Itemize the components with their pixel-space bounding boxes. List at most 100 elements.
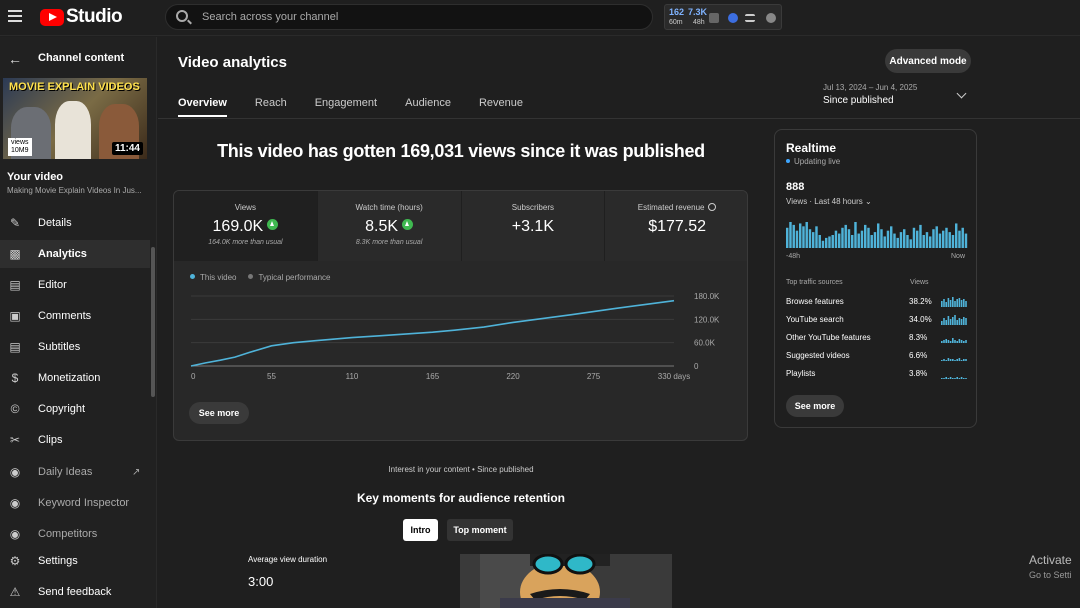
realtime-bar-chart[interactable] xyxy=(786,220,968,248)
pill-intro[interactable]: Intro xyxy=(403,519,438,541)
sparkline-bar xyxy=(958,358,961,361)
realtime-see-more-button[interactable]: See more xyxy=(786,395,844,417)
realtime-bar xyxy=(815,226,818,248)
sparkline-bar xyxy=(956,359,958,361)
sparkline-bar xyxy=(965,301,967,307)
sidebar-scrollbar[interactable] xyxy=(151,247,155,397)
activate-windows-text: Activate xyxy=(1029,553,1072,567)
source-pct: 6.6% xyxy=(909,351,928,360)
realtime-bar xyxy=(808,229,812,248)
pill-top-moment[interactable]: Top moment xyxy=(447,519,513,541)
see-more-button[interactable]: See more xyxy=(189,402,249,424)
video-frame-preview[interactable] xyxy=(460,554,672,608)
tab-overview[interactable]: Overview xyxy=(178,97,227,117)
legend-dot xyxy=(190,274,195,279)
thumb-duration: 11:44 xyxy=(111,142,143,155)
realtime-bar xyxy=(955,223,958,248)
source-pct: 34.0% xyxy=(909,315,932,324)
date-range[interactable]: Jul 13, 2024 – Jun 4, 2025 xyxy=(823,83,917,92)
sparkline-bar xyxy=(958,378,961,379)
series-line-this-video[interactable] xyxy=(190,299,675,367)
tab-revenue[interactable]: Revenue xyxy=(479,97,523,117)
source-sparkline xyxy=(941,338,967,343)
views-line-chart[interactable]: 0 60.0K 120.0K 180.0K 0 55 110 165 220 275 330 day… xyxy=(174,286,748,396)
sidebar-item-editor[interactable]: ▤ Editor xyxy=(0,271,150,299)
realtime-bar xyxy=(961,227,964,248)
channel-content-label[interactable]: Channel content xyxy=(38,52,124,64)
realtime-bar xyxy=(883,236,886,248)
sidebar-item-analytics[interactable]: ▩ Analytics xyxy=(0,240,150,268)
metric-watch-time[interactable]: Watch time (hours) 8.5K 8.3K more than u… xyxy=(317,191,462,261)
external-link-icon[interactable]: ↗ xyxy=(132,467,140,478)
metric-revenue[interactable]: Estimated revenue $177.52 xyxy=(605,191,747,261)
sidebar-item-subtitles[interactable]: ▤ Subtitles xyxy=(0,333,150,361)
key-moments-title: Key moments for audience retention xyxy=(356,491,566,505)
legend-label: This video xyxy=(200,273,237,282)
tab-audience[interactable]: Audience xyxy=(405,97,451,117)
realtime-bar xyxy=(880,229,883,248)
sparkline-bar xyxy=(952,317,954,325)
sidebar-item-comments[interactable]: ▣ Comments xyxy=(0,302,150,330)
tab-engagement[interactable]: Engagement xyxy=(315,97,377,117)
realtime-bar xyxy=(838,233,841,248)
sidebar-item-daily-ideas[interactable]: ◉ Daily Ideas ↗ xyxy=(0,458,150,486)
source-name: Other YouTube features xyxy=(786,333,871,342)
sidebar-item-send-feedback[interactable]: ⚠ Send feedback xyxy=(0,578,150,606)
studio-logo[interactable]: Studio xyxy=(40,6,123,28)
sparkline-bar xyxy=(965,340,967,343)
sparkline-bar xyxy=(963,341,965,343)
sparkline-bar xyxy=(941,360,943,361)
sidebar-item-clips[interactable]: ✂ Clips xyxy=(0,426,150,454)
metric-value: $177.52 xyxy=(648,218,707,235)
ext-menu-icon[interactable] xyxy=(745,14,755,22)
ext-notify-icon[interactable] xyxy=(766,13,776,23)
realtime-views-label[interactable]: Views · Last 48 hours ⌄ xyxy=(786,197,872,206)
source-sparkline xyxy=(941,377,967,379)
realtime-bar xyxy=(909,239,912,248)
date-selector[interactable]: Since published xyxy=(823,95,894,106)
sidebar-item-competitors[interactable]: ◉ Competitors xyxy=(0,520,150,548)
realtime-bar xyxy=(877,223,880,248)
chevron-down-icon[interactable] xyxy=(956,88,967,99)
sidebar-item-settings[interactable]: ⚙ Settings xyxy=(0,547,150,575)
ext-box-icon[interactable] xyxy=(709,13,719,23)
sparkline-bar xyxy=(952,297,954,307)
sparkline-bar xyxy=(949,377,952,379)
sidebar-item-details[interactable]: ✎ Details xyxy=(0,209,150,237)
sidebar-item-copyright[interactable]: © Copyright xyxy=(0,395,150,423)
y-tick-label: 60.0K xyxy=(694,339,716,348)
sidebar-item-keyword-inspector[interactable]: ◉ Keyword Inspector xyxy=(0,489,150,517)
realtime-bar xyxy=(847,229,851,248)
sparkline-bar xyxy=(952,338,954,343)
tab-reach[interactable]: Reach xyxy=(255,97,287,117)
realtime-bar xyxy=(912,227,916,248)
search-input[interactable]: Search across your channel xyxy=(165,4,653,30)
logo-text: Studio xyxy=(66,6,123,27)
traffic-row: Suggested videos 6.6% xyxy=(786,351,968,365)
advanced-mode-button[interactable]: Advanced mode xyxy=(885,49,971,73)
realtime-bar xyxy=(857,233,860,248)
ext-circle-icon[interactable] xyxy=(728,13,738,23)
sidebar-item-label: Keyword Inspector xyxy=(38,497,130,509)
video-thumbnail[interactable]: MOVIE EXPLAIN VIDEOS views 10M9 11:44 xyxy=(3,78,147,159)
sparkline-bar xyxy=(960,377,963,379)
menu-icon[interactable] xyxy=(8,10,22,22)
source-pct: 8.3% xyxy=(909,333,928,342)
thumb-views-badge: views 10M9 xyxy=(8,138,32,156)
sidebar-item-monetization[interactable]: $ Monetization xyxy=(0,364,150,392)
sidebar-item-label: Daily Ideas xyxy=(38,466,93,478)
metric-views[interactable]: Views 169.0K 164.0K more than usual xyxy=(174,191,318,261)
sparkline-bar xyxy=(945,377,947,379)
sparkline-bar xyxy=(960,340,963,343)
sparkline-bar xyxy=(963,317,965,325)
legend-dot xyxy=(248,274,254,279)
metric-subscribers[interactable]: Subscribers +3.1K xyxy=(461,191,606,261)
sparkline-bar xyxy=(954,378,956,379)
back-arrow-icon[interactable]: ← xyxy=(8,51,22,67)
x-tick-label: 110 xyxy=(346,372,359,381)
extension-widget[interactable]: 162 60m 7.3K 48h xyxy=(664,4,782,30)
traffic-row: YouTube search 34.0% xyxy=(786,315,968,329)
sparkline-bar xyxy=(947,340,950,343)
ext-stat-2-label: 48h xyxy=(693,19,705,26)
analytics-tabs: Overview Reach Engagement Audience Reven… xyxy=(178,97,551,117)
